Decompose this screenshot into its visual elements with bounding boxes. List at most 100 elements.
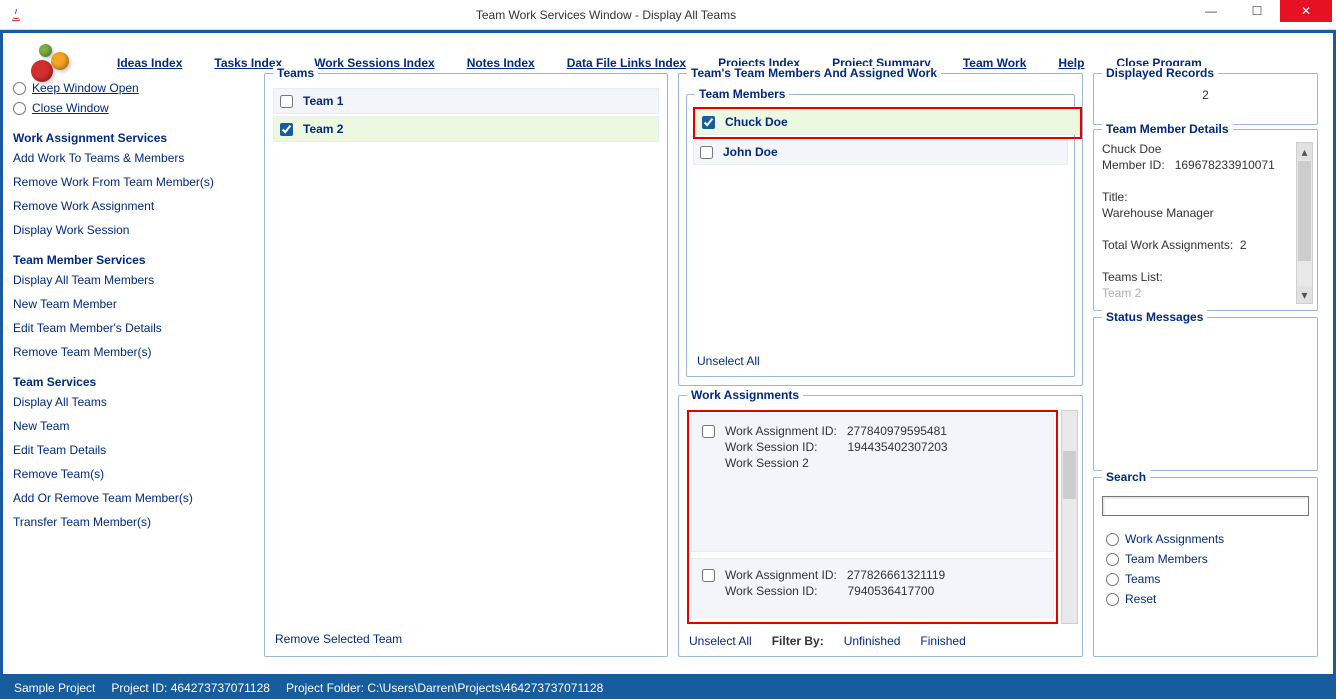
team-row[interactable]: Team 2 <box>273 116 659 142</box>
link-new-team-member[interactable]: New Team Member <box>13 297 243 311</box>
link-edit-team-member-details[interactable]: Edit Team Member's Details <box>13 321 243 335</box>
title-bar: Team Work Services Window - Display All … <box>0 0 1336 30</box>
member-checkbox[interactable] <box>702 116 715 129</box>
scrollbar-thumb[interactable] <box>1298 161 1311 261</box>
link-remove-work-from-members[interactable]: Remove Work From Team Member(s) <box>13 175 243 189</box>
member-name: John Doe <box>723 145 778 159</box>
close-window-radio[interactable]: Close Window <box>13 101 243 115</box>
search-opt-reset[interactable]: Reset <box>1106 592 1305 606</box>
scrollbar-down-icon[interactable]: ▾ <box>1297 286 1312 303</box>
status-bar: Sample Project Project ID: 4642737370711… <box>0 677 1336 699</box>
detail-name: Chuck Doe <box>1102 142 1293 156</box>
scrollbar-thumb[interactable] <box>1063 451 1076 499</box>
link-transfer-team-members[interactable]: Transfer Team Member(s) <box>13 515 243 529</box>
menu-help[interactable]: Help <box>1058 56 1084 70</box>
search-opt-work-assignments[interactable]: Work Assignments <box>1106 532 1305 546</box>
remove-selected-team-link[interactable]: Remove Selected Team <box>275 632 402 646</box>
link-remove-teams[interactable]: Remove Team(s) <box>13 467 243 481</box>
link-edit-team-details[interactable]: Edit Team Details <box>13 443 243 457</box>
link-display-all-team-members[interactable]: Display All Team Members <box>13 273 243 287</box>
menu-notes-index[interactable]: Notes Index <box>467 56 535 70</box>
ws-id-value: 194435402307203 <box>848 440 948 454</box>
section-work-assignment-services: Work Assignment Services <box>13 131 243 145</box>
work-assignments-panel: Work Assignments Work Assignment ID: 277… <box>678 395 1083 657</box>
team-row[interactable]: Team 1 <box>273 88 659 114</box>
scrollbar[interactable]: ▴ ▾ <box>1296 142 1313 304</box>
search-opt-label: Work Assignments <box>1125 532 1224 546</box>
search-legend: Search <box>1102 470 1150 484</box>
status-project-name: Sample Project <box>14 681 95 695</box>
section-team-member-services: Team Member Services <box>13 253 243 267</box>
search-opt-team-members[interactable]: Team Members <box>1106 552 1305 566</box>
member-row[interactable]: Chuck Doe <box>695 109 1080 135</box>
work-assignment-item[interactable]: Work Assignment ID: 277840979595481 Work… <box>691 414 1054 552</box>
member-name: Chuck Doe <box>725 115 788 129</box>
displayed-records-legend: Displayed Records <box>1102 66 1218 80</box>
close-window-label: Close Window <box>32 101 109 115</box>
displayed-records-panel: Displayed Records 2 <box>1093 73 1318 125</box>
team-checkbox[interactable] <box>280 95 293 108</box>
team-name: Team 2 <box>303 122 343 136</box>
ws-id-label: Work Session ID: <box>725 584 817 598</box>
link-display-work-session[interactable]: Display Work Session <box>13 223 243 237</box>
wa-id-label: Work Assignment ID: <box>725 424 837 438</box>
maximize-button[interactable]: ☐ <box>1234 0 1280 22</box>
work-assignment-details: Work Assignment ID: 277826661321119 Work… <box>725 567 1043 609</box>
unselect-all-members-link[interactable]: Unselect All <box>697 354 760 368</box>
team-members-legend: Team Members <box>695 87 789 101</box>
status-project-folder: Project Folder: C:\Users\Darren\Projects… <box>286 681 603 695</box>
filter-unfinished-link[interactable]: Unfinished <box>844 634 901 648</box>
scrollbar[interactable] <box>1061 410 1078 624</box>
detail-teams-cut: Team 2 <box>1102 286 1293 300</box>
member-checkbox[interactable] <box>700 146 713 159</box>
team-member-details-body: Chuck Doe Member ID: 169678233910071 Tit… <box>1102 142 1313 304</box>
menu-data-file-links-index[interactable]: Data File Links Index <box>567 56 686 70</box>
detail-id-label: Member ID: <box>1102 158 1165 172</box>
filter-by-label: Filter By: <box>772 634 824 648</box>
app-frame: Ideas Index Tasks Index Work Sessions In… <box>0 30 1336 677</box>
minimize-button[interactable]: — <box>1188 0 1234 22</box>
link-add-remove-team-members[interactable]: Add Or Remove Team Member(s) <box>13 491 243 505</box>
search-opt-label: Reset <box>1125 592 1156 606</box>
unselect-all-work-link[interactable]: Unselect All <box>689 634 752 648</box>
teams-list: Team 1 Team 2 <box>265 74 667 152</box>
scrollbar-up-icon[interactable]: ▴ <box>1297 143 1312 160</box>
work-assignments-scroll: Work Assignment ID: 277840979595481 Work… <box>687 410 1078 624</box>
link-new-team[interactable]: New Team <box>13 419 243 433</box>
team-members-list: Chuck Doe John Doe <box>687 95 1074 173</box>
status-messages-legend: Status Messages <box>1102 310 1207 324</box>
keep-window-open-radio[interactable]: Keep Window Open <box>13 81 243 95</box>
teams-panel: Teams Team 1 Team 2 Remove Selected Team <box>264 73 668 657</box>
link-display-all-teams[interactable]: Display All Teams <box>13 395 243 409</box>
link-add-work-to-teams[interactable]: Add Work To Teams & Members <box>13 151 243 165</box>
sidebar: Keep Window Open Close Window Work Assig… <box>13 81 243 539</box>
detail-title-label: Title: <box>1102 190 1293 204</box>
search-panel: Search Work Assignments Team Members Tea… <box>1093 477 1318 657</box>
work-assignment-checkbox[interactable] <box>702 425 715 438</box>
work-assignment-checkbox[interactable] <box>702 569 715 582</box>
menu-team-work[interactable]: Team Work <box>963 56 1027 70</box>
member-row[interactable]: John Doe <box>693 139 1068 165</box>
team-checkbox[interactable] <box>280 123 293 136</box>
highlight-annotation: Work Assignment ID: 277840979595481 Work… <box>687 410 1058 624</box>
link-remove-work-assignment[interactable]: Remove Work Assignment <box>13 199 243 213</box>
work-assignment-item[interactable]: Work Assignment ID: 277826661321119 Work… <box>691 558 1054 618</box>
members-group-legend: Team's Team Members And Assigned Work <box>687 66 941 80</box>
search-opt-label: Teams <box>1125 572 1160 586</box>
close-button[interactable]: ✕ <box>1280 0 1332 22</box>
search-opt-teams[interactable]: Teams <box>1106 572 1305 586</box>
team-member-details-legend: Team Member Details <box>1102 122 1233 136</box>
menu-ideas-index[interactable]: Ideas Index <box>117 56 182 70</box>
teams-legend: Teams <box>273 66 318 80</box>
highlight-annotation: Chuck Doe <box>693 107 1082 139</box>
ws-id-label: Work Session ID: <box>725 440 817 454</box>
window-title: Team Work Services Window - Display All … <box>24 8 1188 22</box>
menu-work-sessions-index[interactable]: Work Sessions Index <box>314 56 435 70</box>
team-members-panel: Team Members Chuck Doe John Doe Unselect… <box>686 94 1075 377</box>
link-remove-team-members[interactable]: Remove Team Member(s) <box>13 345 243 359</box>
keep-window-open-label: Keep Window Open <box>32 81 139 95</box>
search-input[interactable] <box>1102 496 1309 516</box>
filter-finished-link[interactable]: Finished <box>920 634 965 648</box>
detail-twa-value: 2 <box>1240 238 1247 252</box>
team-name: Team 1 <box>303 94 343 108</box>
